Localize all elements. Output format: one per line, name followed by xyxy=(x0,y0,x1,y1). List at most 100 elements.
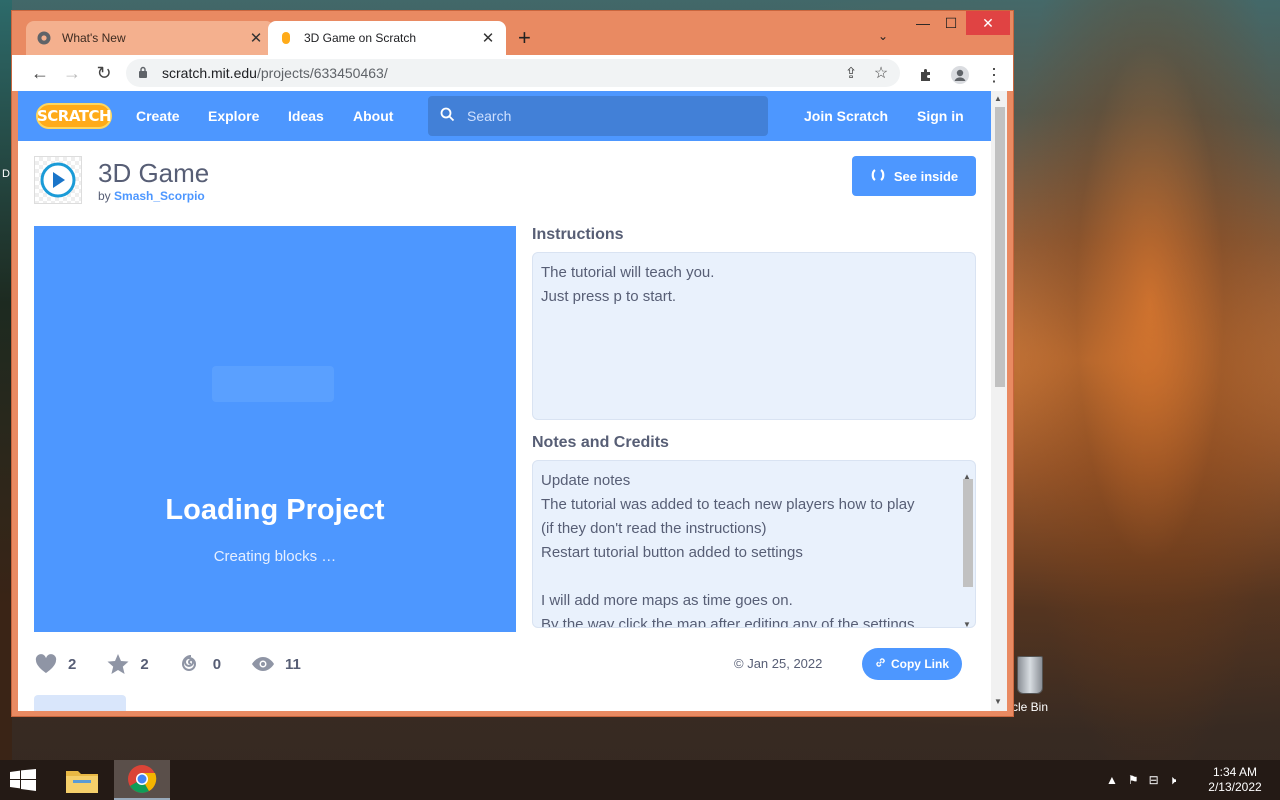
maximize-button[interactable]: ☐ xyxy=(938,11,964,35)
minimize-button[interactable]: — xyxy=(910,11,936,35)
nav-ideas[interactable]: Ideas xyxy=(288,108,324,124)
tab-close-icon[interactable]: ✕ xyxy=(480,29,496,47)
close-window-button[interactable]: ✕ xyxy=(966,11,1010,35)
search-icon xyxy=(440,107,455,125)
search-placeholder: Search xyxy=(467,108,512,124)
browser-window: What's New ✕ 3D Game on Scratch ✕ + ⌄ — … xyxy=(11,10,1014,717)
reload-icon[interactable]: ↻ xyxy=(88,57,120,89)
see-inside-icon xyxy=(870,168,886,185)
copy-link-label: Copy Link xyxy=(890,657,949,671)
action-center-flag-icon[interactable]: ⚑ xyxy=(1128,773,1139,787)
url-path: /projects/633450463/ xyxy=(256,65,388,81)
notes-line: Restart tutorial button added to setting… xyxy=(541,544,803,561)
page-scrollbar-thumb[interactable] xyxy=(995,107,1005,387)
scratch-navbar: SCRATCH Create Explore Ideas About Searc… xyxy=(18,91,991,141)
tray-overflow-chevron-icon[interactable]: ▲ xyxy=(1106,773,1118,787)
notes-box[interactable]: Update notes The tutorial was added to t… xyxy=(532,460,976,628)
volume-muted-icon[interactable]: 🕨 xyxy=(1169,773,1177,788)
recycle-bin-icon xyxy=(1017,656,1043,694)
file-explorer-icon[interactable] xyxy=(54,760,110,800)
taskbar-clock[interactable]: 1:34 AM 2/13/2022 xyxy=(1200,765,1270,795)
tab-title: What's New xyxy=(62,31,126,45)
see-inside-button[interactable]: See inside xyxy=(852,156,976,196)
project-stage[interactable]: Loading Project Creating blocks … xyxy=(34,226,516,632)
nav-create[interactable]: Create xyxy=(136,108,180,124)
remix-swirl-icon xyxy=(179,652,203,676)
join-scratch-link[interactable]: Join Scratch xyxy=(804,108,888,124)
network-icon[interactable]: ⊟ xyxy=(1149,773,1159,787)
notes-heading: Notes and Credits xyxy=(532,434,669,451)
stage-placeholder-block xyxy=(212,366,334,402)
eye-icon xyxy=(251,652,275,676)
scroll-down-arrow-icon[interactable]: ▼ xyxy=(963,613,971,627)
bookmark-star-icon[interactable]: ☆ xyxy=(870,57,892,89)
share-icon[interactable]: ⇪ xyxy=(840,57,862,89)
favorite-stat[interactable]: 2 xyxy=(106,652,149,676)
tab-strip: What's New ✕ 3D Game on Scratch ✕ + ⌄ — … xyxy=(12,11,1013,55)
author-link[interactable]: Smash_Scorpio xyxy=(114,189,205,203)
notes-line: I will add more maps as time goes on. xyxy=(541,592,793,609)
notes-line: By the way click the map after editing a… xyxy=(541,616,915,628)
url-host: scratch.mit.edu xyxy=(162,65,257,81)
desktop-wallpaper-glow xyxy=(1020,0,1280,760)
nav-about[interactable]: About xyxy=(353,108,393,124)
notes-line: (if they don't read the instructions) xyxy=(541,520,767,537)
love-stat[interactable]: 2 xyxy=(34,652,76,676)
studio-card-partial[interactable] xyxy=(34,695,126,711)
tab-whats-new[interactable]: What's New ✕ xyxy=(26,21,274,55)
tab-3d-game[interactable]: 3D Game on Scratch ✕ xyxy=(268,21,506,55)
extensions-puzzle-icon[interactable] xyxy=(910,59,942,91)
view-stat: 11 xyxy=(251,652,301,676)
notes-scrollbar[interactable]: ▲ ▼ xyxy=(961,465,973,627)
page-scroll-up-arrow-icon[interactable]: ▲ xyxy=(994,94,1002,103)
chrome-taskbar-icon[interactable] xyxy=(114,760,170,800)
page-scroll-down-arrow-icon[interactable]: ▼ xyxy=(994,697,1002,706)
scratch-favicon-icon xyxy=(278,30,294,46)
forward-arrow-icon[interactable]: → xyxy=(56,57,88,89)
back-arrow-icon[interactable]: ← xyxy=(24,57,56,89)
project-notes-column: Instructions The tutorial will teach you… xyxy=(532,226,977,628)
scratch-search-input[interactable]: Search xyxy=(428,96,768,136)
instructions-box: The tutorial will teach you. Just press … xyxy=(532,252,976,420)
view-count: 11 xyxy=(285,655,301,673)
desktop-icon-label-partial: D xyxy=(2,168,10,180)
chrome-icon xyxy=(36,30,52,46)
remix-count: 0 xyxy=(212,655,222,673)
tab-search-chevron-icon[interactable]: ⌄ xyxy=(878,29,888,43)
project-date: © Jan 25, 2022 xyxy=(734,656,823,671)
clock-time: 1:34 AM xyxy=(1212,765,1258,779)
notes-line: Update notes xyxy=(541,472,631,489)
tab-title: 3D Game on Scratch xyxy=(304,31,417,45)
favorite-count: 2 xyxy=(140,655,149,673)
system-tray: ▲ ⚑ ⊟ 🕨 xyxy=(1106,760,1176,800)
page-scrollbar[interactable]: ▲ ▼ xyxy=(991,91,1007,711)
new-tab-button[interactable]: + xyxy=(518,25,531,51)
notes-scrollbar-thumb[interactable] xyxy=(963,479,973,587)
profile-avatar-icon[interactable] xyxy=(944,59,976,91)
project-stats: 2 2 0 11 xyxy=(34,649,331,679)
clock-date: 2/13/2022 xyxy=(1208,780,1262,794)
project-byline: by Smash_Scorpio xyxy=(98,189,205,203)
notes-line: The tutorial was added to teach new play… xyxy=(541,496,915,513)
kebab-menu-icon[interactable]: ⋮ xyxy=(978,59,1010,91)
loading-title: Loading Project xyxy=(165,494,385,526)
nav-explore[interactable]: Explore xyxy=(208,108,259,124)
address-bar[interactable]: scratch.mit.edu/projects/633450463/ ⇪ ☆ xyxy=(126,59,900,87)
windows-start-icon[interactable] xyxy=(10,769,36,791)
see-inside-label: See inside xyxy=(893,168,959,184)
star-icon xyxy=(106,652,130,676)
instructions-line: Just press p to start. xyxy=(541,288,677,305)
project-title: 3D Game xyxy=(98,158,210,188)
sign-in-link[interactable]: Sign in xyxy=(917,108,964,124)
taskbar: ▲ ⚑ ⊟ 🕨 1:34 AM 2/13/2022 xyxy=(0,760,1280,800)
scratch-logo[interactable]: SCRATCH xyxy=(36,103,112,129)
instructions-heading: Instructions xyxy=(532,226,624,243)
tab-close-icon[interactable]: ✕ xyxy=(248,29,264,47)
browser-toolbar: ← → ↻ scratch.mit.edu/projects/633450463… xyxy=(12,55,1013,91)
author-avatar[interactable] xyxy=(34,156,82,204)
love-count: 2 xyxy=(68,655,77,673)
copy-link-button[interactable]: Copy Link xyxy=(862,648,962,680)
heart-icon xyxy=(34,652,58,676)
instructions-line: The tutorial will teach you. xyxy=(541,264,715,281)
project-header: 3D Game by Smash_Scorpio See inside xyxy=(34,156,976,206)
